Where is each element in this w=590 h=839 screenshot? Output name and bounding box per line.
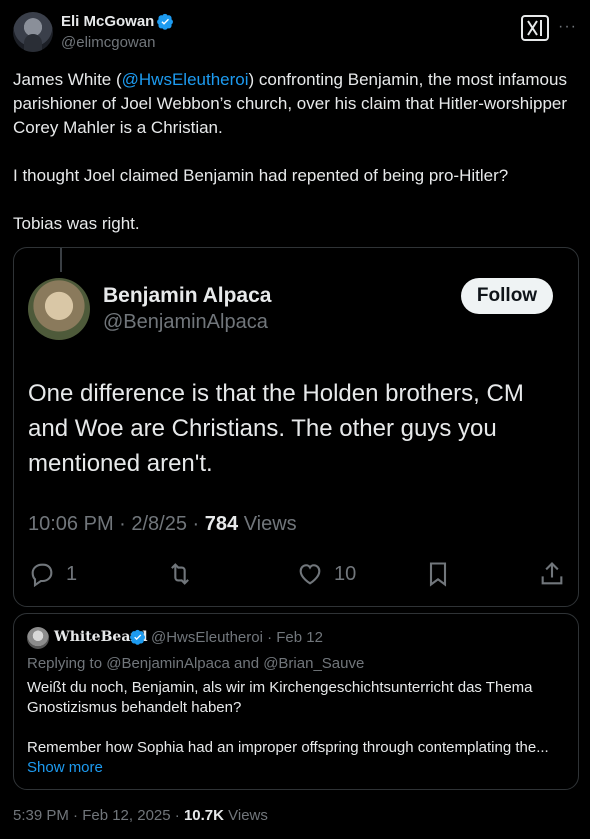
tweet-views-label: Views bbox=[223, 807, 268, 824]
follow-button: Follow bbox=[461, 278, 553, 314]
quoted-tweet[interactable]: WhiteBeard @HwsEleutheroi · Feb 12 Reply… bbox=[13, 613, 579, 790]
tweet-text-part1: James White ( bbox=[13, 70, 122, 89]
show-more-link[interactable]: Show more bbox=[27, 759, 103, 776]
embedded-tweet-time: 10:06 PM · 2/8/25 · bbox=[28, 513, 205, 535]
embedded-action-bar: 1 10 bbox=[28, 560, 568, 590]
grok-icon[interactable] bbox=[521, 15, 549, 41]
quoted-text-spacer bbox=[27, 718, 567, 738]
author-display-name[interactable]: Eli McGowan bbox=[61, 13, 154, 30]
bookmark-icon bbox=[429, 562, 447, 587]
mention-link[interactable]: @HwsEleutheroi bbox=[122, 70, 249, 89]
verified-badge-icon bbox=[157, 14, 174, 31]
embedded-tweet-meta: 10:06 PM · 2/8/25 · 784 Views bbox=[28, 513, 297, 536]
tweet-text: James White (@HwsEleutheroi) confronting… bbox=[13, 68, 579, 236]
tweet-views-count: 10.7K bbox=[183, 807, 224, 824]
quoted-author-avatar[interactable] bbox=[27, 627, 49, 649]
quoted-tweet-text: Weißt du noch, Benjamin, als wir im Kirc… bbox=[27, 678, 567, 758]
embedded-author-avatar bbox=[28, 278, 90, 340]
heart-icon bbox=[299, 564, 321, 585]
embedded-share bbox=[538, 560, 566, 588]
tweet-text-part2: ) confronting Benjamin, the most infamou… bbox=[13, 70, 568, 233]
embedded-author-handle: @BenjaminAlpaca bbox=[103, 311, 268, 333]
embedded-retweet bbox=[166, 560, 194, 588]
embedded-bookmark bbox=[424, 560, 452, 588]
tweet-timestamp[interactable]: 5:39 PM · Feb 12, 2025 · bbox=[13, 807, 184, 824]
author-name-block[interactable]: Eli McGowan @elimcgowan bbox=[61, 13, 174, 51]
tweet-header: Eli McGowan @elimcgowan ··· bbox=[13, 12, 577, 56]
embedded-author-name: Benjamin Alpaca bbox=[103, 284, 272, 307]
thread-line bbox=[60, 248, 62, 272]
embedded-reply: 1 bbox=[28, 560, 77, 588]
author-avatar[interactable] bbox=[13, 12, 53, 52]
quoted-text-line2: Remember how Sophia had an improper offs… bbox=[27, 739, 549, 756]
quoted-verified-badge-icon bbox=[130, 629, 145, 645]
reply-icon bbox=[31, 563, 53, 588]
embedded-tweet-text: One difference is that the Holden brothe… bbox=[28, 380, 524, 477]
quoted-handle-date[interactable]: @HwsEleutheroi · Feb 12 bbox=[151, 629, 323, 646]
more-options-icon[interactable]: ··· bbox=[558, 18, 577, 36]
tweet-footer-meta: 5:39 PM · Feb 12, 2025 · 10.7K Views bbox=[13, 807, 268, 824]
author-handle[interactable]: @elimcgowan bbox=[61, 34, 174, 51]
embedded-tweet-image[interactable]: Benjamin Alpaca @BenjaminAlpaca Follow O… bbox=[13, 247, 579, 607]
share-icon bbox=[541, 562, 563, 585]
embedded-like-count: 10 bbox=[334, 562, 357, 585]
embedded-views-label: Views bbox=[238, 513, 297, 535]
embedded-like: 10 bbox=[296, 560, 356, 588]
retweet-icon bbox=[171, 563, 189, 585]
embedded-views-count: 784 bbox=[204, 513, 239, 535]
embedded-reply-count: 1 bbox=[66, 562, 78, 585]
quoted-replying-to: Replying to @BenjaminAlpaca and @Brian_S… bbox=[27, 655, 365, 672]
quoted-text-line1: Weißt du noch, Benjamin, als wir im Kirc… bbox=[27, 679, 533, 716]
